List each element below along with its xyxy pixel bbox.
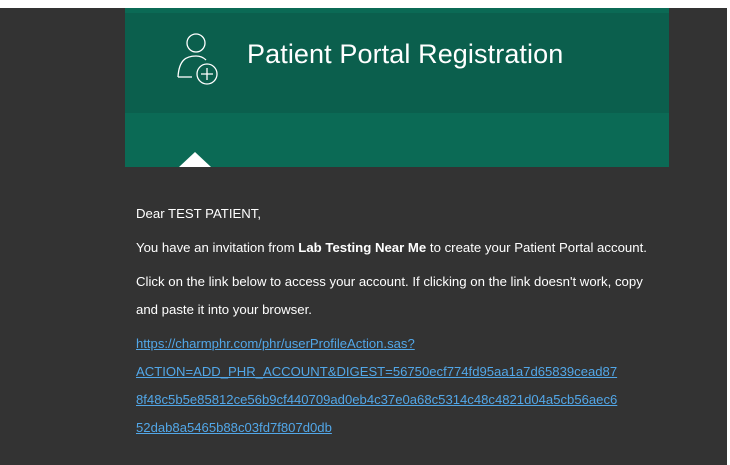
greeting-text: Dear TEST PATIENT, bbox=[136, 206, 262, 221]
add-user-icon bbox=[175, 32, 221, 86]
registration-banner: Patient Portal Registration bbox=[125, 8, 669, 167]
invitation-suffix: to create your Patient Portal account. bbox=[426, 240, 647, 255]
instruction-paragraph: Click on the link below to access your a… bbox=[136, 274, 643, 317]
organization-name: Lab Testing Near Me bbox=[298, 240, 427, 255]
registration-link-line-4[interactable]: 52dab8a5465b88c03fd7f807d0db bbox=[136, 414, 659, 442]
caret-up-icon bbox=[179, 152, 211, 167]
registration-link-line-3[interactable]: 8f48c5b5e85812ce56b9cf440709ad0eb4c37e0a… bbox=[136, 386, 659, 414]
email-content: Patient Portal Registration Dear TEST PA… bbox=[125, 8, 669, 442]
registration-link[interactable]: https://charmphr.com/phr/userProfileActi… bbox=[136, 330, 659, 442]
email-frame: Patient Portal Registration Dear TEST PA… bbox=[0, 8, 730, 465]
invitation-paragraph: You have an invitation from Lab Testing … bbox=[136, 234, 659, 262]
registration-link-line-2[interactable]: ACTION=ADD_PHR_ACCOUNT&DIGEST=56750ecf77… bbox=[136, 358, 659, 386]
registration-link-line-1[interactable]: https://charmphr.com/phr/userProfileActi… bbox=[136, 330, 659, 358]
page-title: Patient Portal Registration bbox=[247, 39, 564, 69]
invitation-prefix: You have an invitation from bbox=[136, 240, 299, 255]
email-body: Dear TEST PATIENT, You have an invitatio… bbox=[125, 200, 669, 442]
